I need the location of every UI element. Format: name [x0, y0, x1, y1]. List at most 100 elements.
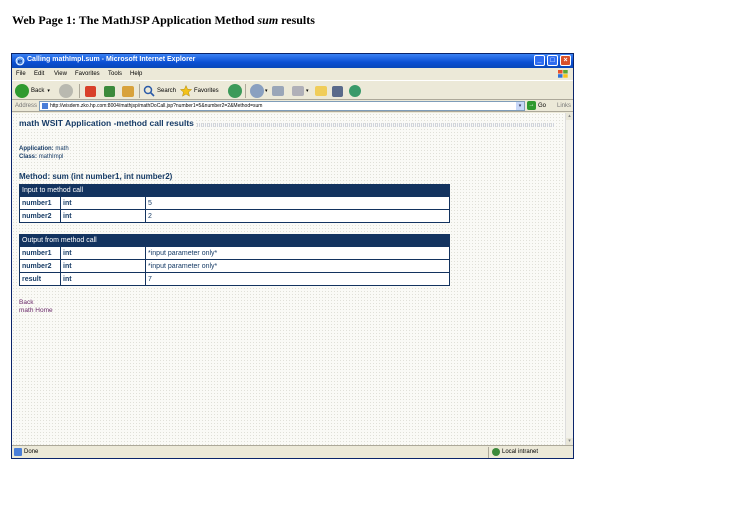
forward-arrow-icon [59, 84, 73, 98]
research-button[interactable] [332, 83, 343, 99]
toolbar-separator [139, 84, 140, 98]
param-name: number1 [19, 196, 61, 210]
stop-icon [85, 85, 96, 97]
param-value: 7 [145, 272, 450, 286]
mail-button[interactable] [272, 83, 284, 99]
forward-button[interactable] [59, 83, 73, 99]
research-icon [332, 85, 343, 97]
document-heading-prefix: Web Page 1: The MathJSP Application Meth… [12, 13, 258, 27]
favorites-button[interactable]: Favorites [180, 83, 219, 99]
input-table-header: Input to method call [19, 184, 450, 197]
history-button[interactable]: ▾ [250, 83, 268, 99]
search-label: Search [157, 88, 177, 94]
go-button[interactable]: → Go [527, 101, 546, 110]
param-type: int [60, 196, 146, 210]
back-arrow-icon [15, 84, 29, 98]
home-link[interactable]: math Home [19, 307, 53, 314]
back-link[interactable]: Back [19, 299, 33, 306]
scroll-down-icon[interactable]: ▾ [566, 438, 573, 445]
address-url: http://wisdem.zko.hp.com:8004/mathjsp/ma… [50, 103, 263, 109]
go-label: Go [538, 102, 547, 109]
address-bar: Address http://wisdem.zko.hp.com:8004/ma… [12, 100, 573, 112]
back-dropdown-icon[interactable]: ▾ [47, 88, 50, 94]
scroll-up-icon[interactable]: ▴ [566, 113, 573, 120]
table-row: result int 7 [19, 272, 450, 286]
menu-favorites[interactable]: Favorites [75, 71, 100, 77]
star-icon [180, 85, 192, 97]
page-status-icon [14, 448, 22, 456]
param-name: number2 [19, 259, 61, 273]
window-title: Calling mathImpl.sum - Microsoft Interne… [27, 56, 196, 63]
page-title-text: math WSIT Application -method call resul… [19, 118, 196, 128]
media-button[interactable] [228, 83, 242, 99]
home-button[interactable] [122, 83, 134, 99]
menu-edit[interactable]: Edit [34, 71, 44, 77]
page-content: math WSIT Application -method call resul… [12, 113, 565, 445]
menu-bar: File Edit View Favorites Tools Help [12, 68, 573, 80]
method-heading: Method: sum (int number1, int number2) [19, 172, 173, 181]
folder-button[interactable] [315, 83, 327, 99]
print-button[interactable]: ▾ [292, 83, 309, 99]
status-bar: Done Local intranet [12, 445, 573, 458]
param-name: number2 [19, 209, 61, 223]
param-value: *input parameter only* [145, 246, 450, 260]
param-name: result [19, 272, 61, 286]
table-row: number2 int *input parameter only* [19, 259, 450, 273]
print-dropdown-icon[interactable]: ▾ [306, 88, 309, 94]
menu-view[interactable]: View [54, 71, 67, 77]
toolbar-separator [79, 84, 80, 98]
zone-text: Local intranet [502, 449, 539, 455]
links-button[interactable]: Links [557, 103, 571, 109]
address-label: Address [15, 103, 38, 109]
menu-file[interactable]: File [16, 71, 26, 77]
close-button[interactable]: × [560, 55, 571, 66]
search-icon [143, 85, 155, 97]
status-text: Done [24, 449, 39, 455]
application-label: Application: [19, 146, 54, 152]
page-icon [42, 103, 48, 109]
toolbar-separator [245, 84, 246, 98]
browser-window: e Calling mathImpl.sum - Microsoft Inter… [11, 53, 574, 459]
toolbar: Back ▾ Search Favorites ▾ ▾ [12, 80, 573, 100]
address-dropdown-icon[interactable]: ▾ [516, 102, 524, 110]
param-type: int [60, 272, 146, 286]
application-info: Application: math [19, 146, 69, 152]
table-row: number1 int 5 [19, 196, 450, 210]
address-input[interactable]: http://wisdem.zko.hp.com:8004/mathjsp/ma… [39, 101, 525, 111]
table-row: number1 int *input parameter only* [19, 246, 450, 260]
refresh-icon [104, 85, 115, 97]
print-icon [292, 86, 304, 96]
messenger-icon [349, 85, 361, 97]
back-button[interactable]: Back ▾ [15, 83, 50, 99]
table-row: number2 int 2 [19, 209, 450, 223]
home-icon [122, 85, 134, 97]
menu-tools[interactable]: Tools [108, 71, 122, 77]
go-arrow-icon: → [527, 101, 536, 110]
search-button[interactable]: Search [143, 83, 176, 99]
menu-help[interactable]: Help [130, 71, 142, 77]
title-bar[interactable]: e Calling mathImpl.sum - Microsoft Inter… [12, 54, 573, 68]
stop-button[interactable] [85, 83, 96, 99]
application-value: math [55, 146, 69, 152]
document-heading: Web Page 1: The MathJSP Application Meth… [12, 13, 315, 28]
maximize-button[interactable]: □ [547, 55, 558, 66]
class-label: Class: [19, 154, 38, 160]
svg-text:e: e [18, 58, 23, 66]
class-value: mathImpl [38, 154, 64, 160]
intranet-zone-icon [492, 448, 500, 456]
output-table-header: Output from method call [19, 234, 450, 247]
windows-logo-icon [558, 70, 568, 78]
refresh-button[interactable] [104, 83, 115, 99]
param-type: int [60, 259, 146, 273]
param-value: *input parameter only* [145, 259, 450, 273]
param-value: 2 [145, 209, 450, 223]
minimize-button[interactable]: _ [534, 55, 545, 66]
favorites-label: Favorites [194, 88, 219, 94]
messenger-button[interactable] [349, 83, 361, 99]
class-info: Class: mathImpl [19, 154, 63, 160]
vertical-scrollbar[interactable]: ▴ ▾ [565, 113, 573, 445]
output-table: Output from method call number1 int *inp… [19, 234, 450, 286]
history-dropdown-icon[interactable]: ▾ [265, 88, 268, 94]
document-heading-method: sum [257, 13, 279, 27]
internet-explorer-icon: e [15, 56, 25, 66]
